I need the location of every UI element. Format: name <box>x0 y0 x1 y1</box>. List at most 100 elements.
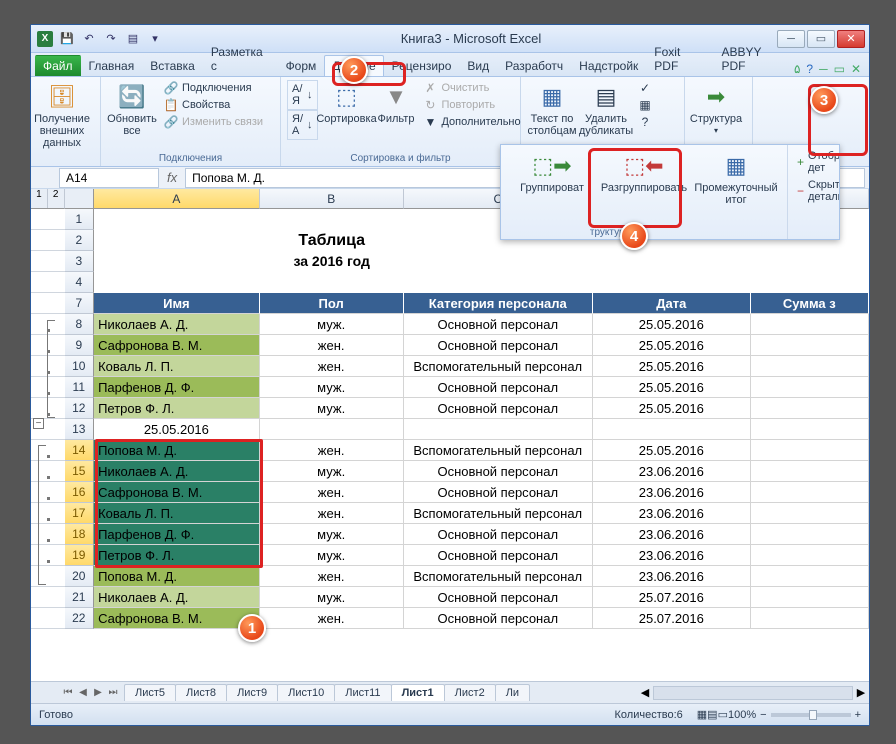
inner-minimize-icon[interactable]: ─ <box>819 62 828 76</box>
consolidate-icon[interactable]: ▦ <box>635 97 655 113</box>
cell[interactable]: Николаев А. Д. <box>94 587 260 608</box>
cell[interactable]: Парфенов Д. Ф. <box>94 377 260 398</box>
edit-links-button[interactable]: 🔗Изменить связи <box>161 114 266 130</box>
filter-button[interactable]: ▼ Фильтр <box>376 80 417 127</box>
sheet-nav-prev[interactable]: ◀ <box>76 687 90 698</box>
group-button[interactable]: ⬚➡ Группироват <box>507 149 597 235</box>
table-row[interactable]: 17Коваль Л. П.жен.Вспомогательный персон… <box>31 503 869 524</box>
cell[interactable]: жен. <box>260 482 404 503</box>
cell[interactable] <box>751 251 869 272</box>
col-header-b[interactable]: B <box>260 189 404 209</box>
cell[interactable]: 23.06.2016 <box>593 482 751 503</box>
cell[interactable]: муж. <box>260 461 404 482</box>
tab-форм[interactable]: Форм <box>278 55 325 76</box>
cell[interactable]: Основной персонал <box>404 461 593 482</box>
cell[interactable]: Основной персонал <box>404 545 593 566</box>
cell[interactable]: Основной персонал <box>404 314 593 335</box>
cell[interactable] <box>94 251 260 272</box>
sort-za-button[interactable]: Я/А↓ <box>287 110 318 140</box>
tab-разметка с[interactable]: Разметка с <box>203 41 278 76</box>
row-header[interactable]: 3 <box>65 251 95 272</box>
whatif-icon[interactable]: ? <box>635 114 655 130</box>
cell[interactable]: 25.05.2016 <box>94 419 260 440</box>
cell[interactable]: за 2016 год <box>260 251 404 272</box>
tab-abbyy pdf[interactable]: ABBYY PDF <box>714 41 794 76</box>
tab-надстройк[interactable]: Надстройк <box>571 55 646 76</box>
row-header[interactable]: 4 <box>65 272 95 293</box>
outline-level-1[interactable]: 1 <box>31 189 48 208</box>
view-normal-icon[interactable]: ▦ <box>697 708 707 721</box>
hscroll-right[interactable]: ▶ <box>853 686 869 699</box>
cell[interactable]: муж. <box>260 545 404 566</box>
cell[interactable]: Основной персонал <box>404 608 593 629</box>
tab-file[interactable]: Файл <box>35 55 81 76</box>
cell[interactable]: Сумма з <box>751 293 869 314</box>
cell[interactable] <box>751 272 869 293</box>
cell[interactable] <box>751 419 869 440</box>
table-row[interactable]: 7ИмяПолКатегория персоналаДатаСумма з <box>31 293 869 314</box>
row-header[interactable]: 2 <box>65 230 95 251</box>
row-header[interactable]: 19 <box>65 545 95 566</box>
cell[interactable]: 23.06.2016 <box>593 545 751 566</box>
row-header[interactable]: 11 <box>65 377 95 398</box>
cell[interactable]: 25.05.2016 <box>593 377 751 398</box>
row-header[interactable]: 21 <box>65 587 95 608</box>
table-row[interactable]: 4 <box>31 272 869 293</box>
cell[interactable] <box>260 209 404 230</box>
col-header-a[interactable]: A <box>94 189 260 209</box>
show-detail-button[interactable]: +Отобразить дет <box>794 149 833 175</box>
connections-button[interactable]: 🔗Подключения <box>161 80 266 96</box>
cell[interactable]: Николаев А. Д. <box>94 314 260 335</box>
cell[interactable]: Вспомогательный персонал <box>404 566 593 587</box>
tab-рецензиро[interactable]: Рецензиро <box>384 55 460 76</box>
tab-вставка[interactable]: Вставка <box>142 55 203 76</box>
cell[interactable]: муж. <box>260 314 404 335</box>
cell[interactable] <box>751 356 869 377</box>
cell[interactable] <box>94 209 260 230</box>
properties-button[interactable]: 📋Свойства <box>161 97 266 113</box>
qat-save-icon[interactable]: 💾 <box>57 29 77 49</box>
cell[interactable]: Основной персонал <box>404 377 593 398</box>
table-row[interactable]: 12Петров Ф. Л.муж.Основной персонал25.05… <box>31 398 869 419</box>
row-header[interactable]: 9 <box>65 335 95 356</box>
cell[interactable] <box>593 251 751 272</box>
cell[interactable] <box>260 419 404 440</box>
table-row[interactable]: 20Попова М. Д.жен.Вспомогательный персон… <box>31 566 869 587</box>
cell[interactable] <box>94 272 260 293</box>
cell[interactable]: 23.06.2016 <box>593 503 751 524</box>
table-row[interactable]: 9Сафронова В. М.жен.Основной персонал25.… <box>31 335 869 356</box>
tab-главная[interactable]: Главная <box>81 55 143 76</box>
sheet-tab-лист9[interactable]: Лист9 <box>226 684 278 701</box>
view-pagebreak-icon[interactable]: ▭ <box>718 708 728 721</box>
advanced-filter-button[interactable]: ▼Дополнительно <box>420 114 523 130</box>
cell[interactable]: жен. <box>260 335 404 356</box>
cell[interactable] <box>751 524 869 545</box>
row-header[interactable]: 20 <box>65 566 95 587</box>
cell[interactable]: Дата <box>593 293 751 314</box>
table-row[interactable]: 8Николаев А. Д.муж.Основной персонал25.0… <box>31 314 869 335</box>
cell[interactable] <box>751 461 869 482</box>
sheet-tab-лист10[interactable]: Лист10 <box>277 684 335 701</box>
qat-undo-icon[interactable]: ↶ <box>79 29 99 49</box>
cell[interactable] <box>751 482 869 503</box>
row-header[interactable]: 18 <box>65 524 95 545</box>
table-row[interactable]: 22Сафронова В. М.жен.Основной персонал25… <box>31 608 869 629</box>
cell[interactable]: Основной персонал <box>404 398 593 419</box>
row-header[interactable]: 12 <box>65 398 95 419</box>
cell[interactable]: муж. <box>260 377 404 398</box>
clear-filter-button[interactable]: ✗Очистить <box>420 80 523 96</box>
sheet-tab-лист2[interactable]: Лист2 <box>444 684 496 701</box>
inner-close-icon[interactable]: ✕ <box>851 62 861 76</box>
cell[interactable] <box>751 398 869 419</box>
cell[interactable]: Парфенов Д. Ф. <box>94 524 260 545</box>
sheet-tab-лист11[interactable]: Лист11 <box>334 684 391 701</box>
worksheet[interactable]: 1 2 A B C D E 12Таблица3за 2016 год47Имя… <box>31 189 869 681</box>
cell[interactable]: Вспомогательный персонал <box>404 440 593 461</box>
cell[interactable]: 23.06.2016 <box>593 566 751 587</box>
row-header[interactable]: 14 <box>65 440 95 461</box>
table-row[interactable]: 16Сафронова В. М.жен.Основной персонал23… <box>31 482 869 503</box>
cell[interactable]: Николаев А. Д. <box>94 461 260 482</box>
cell[interactable]: жен. <box>260 440 404 461</box>
cell[interactable] <box>404 272 593 293</box>
close-button[interactable]: ✕ <box>837 30 865 48</box>
